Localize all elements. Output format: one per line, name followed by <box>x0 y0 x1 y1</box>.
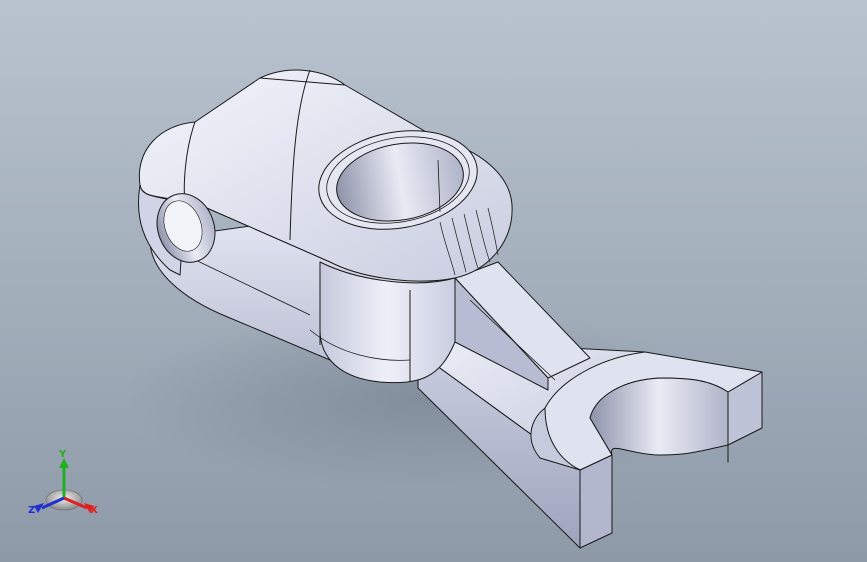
y-axis-label: Y <box>59 449 67 460</box>
x-axis-label: X <box>90 505 98 516</box>
z-axis-label: Z <box>28 505 36 516</box>
triad-graphic <box>34 458 94 513</box>
fork-front-face <box>579 454 613 549</box>
fork-arm <box>417 261 763 549</box>
coordinate-triad[interactable]: Y X Z <box>24 448 104 528</box>
3d-part-model[interactable] <box>0 0 867 562</box>
graphics-viewport[interactable]: Y X Z <box>0 0 867 562</box>
